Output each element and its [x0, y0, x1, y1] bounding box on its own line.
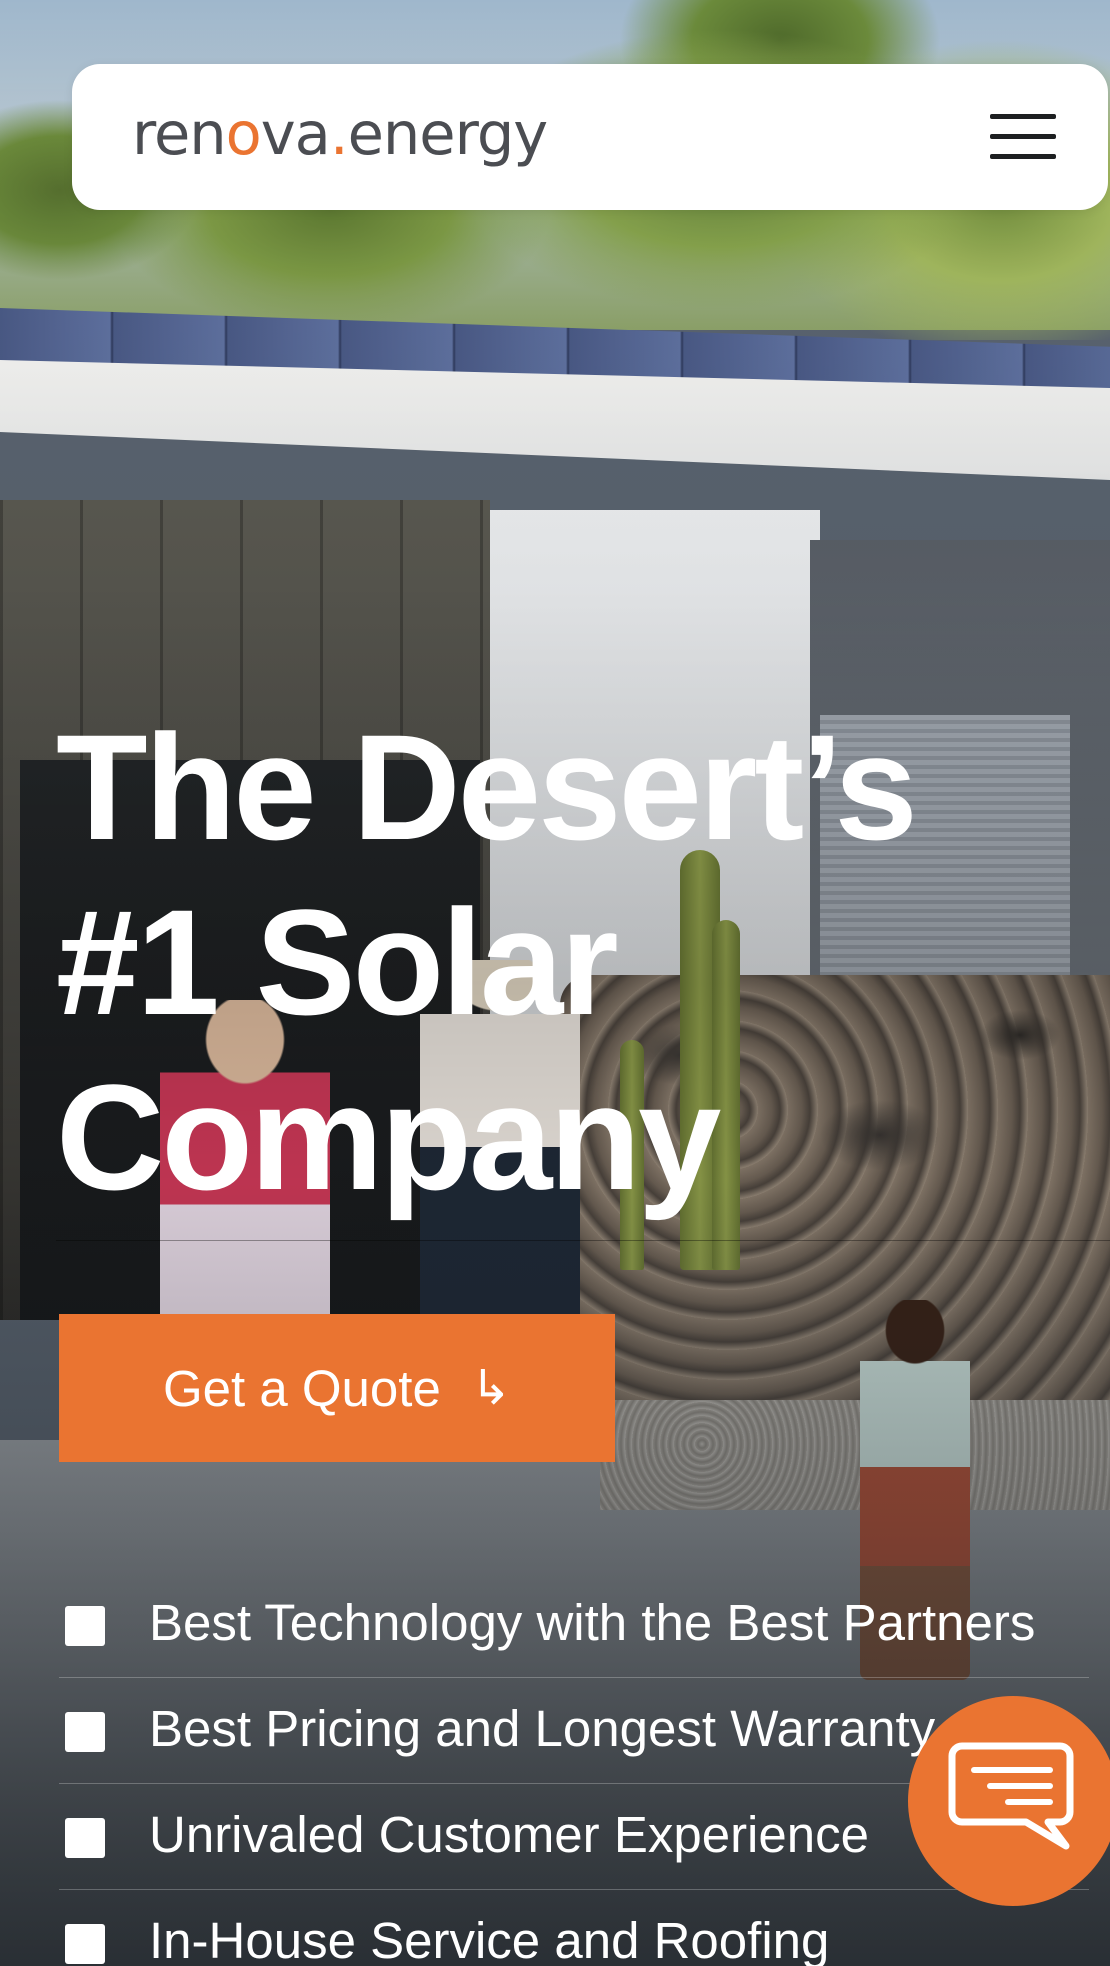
cta-label: Get a Quote: [162, 1359, 441, 1417]
benefit-label: Unrivaled Customer Experience: [149, 1806, 869, 1863]
logo-dot: .: [329, 99, 349, 168]
headline-line: The Desert’s: [56, 703, 918, 871]
benefit-label: Best Pricing and Longest Warranty: [149, 1700, 936, 1757]
landing-page: renova.energy The Desert’s #1 Solar Comp…: [0, 0, 1110, 1966]
divider: [56, 1240, 1110, 1241]
checkbox-icon: [65, 1712, 105, 1752]
checkbox-icon: [65, 1818, 105, 1858]
benefit-label: In-House Service and Roofing: [149, 1912, 830, 1966]
headline-line: #1 Solar: [56, 878, 619, 1046]
hero-headline: The Desert’s #1 Solar Company: [56, 700, 956, 1225]
benefit-label: Best Technology with the Best Partners: [149, 1594, 1036, 1651]
checkbox-icon: [65, 1606, 105, 1646]
site-header: renova.energy: [72, 64, 1108, 210]
chat-bubble-icon: [948, 1742, 1074, 1850]
hamburger-menu-icon[interactable]: [990, 114, 1056, 160]
checkbox-icon: [65, 1924, 105, 1964]
list-item: Best Technology with the Best Partners: [59, 1572, 1089, 1678]
logo-accent-o: o: [225, 99, 262, 168]
arrow-return-right-icon: ↳: [470, 1362, 512, 1415]
logo-text: ren: [132, 99, 227, 168]
headline-line: Company: [56, 1053, 721, 1221]
list-item: In-House Service and Roofing: [59, 1890, 1089, 1966]
site-logo[interactable]: renova.energy: [132, 94, 549, 174]
chat-button[interactable]: [908, 1696, 1110, 1906]
logo-text: energy: [347, 99, 549, 168]
get-a-quote-button[interactable]: Get a Quote ↳: [59, 1314, 615, 1462]
logo-text: va: [260, 99, 331, 168]
